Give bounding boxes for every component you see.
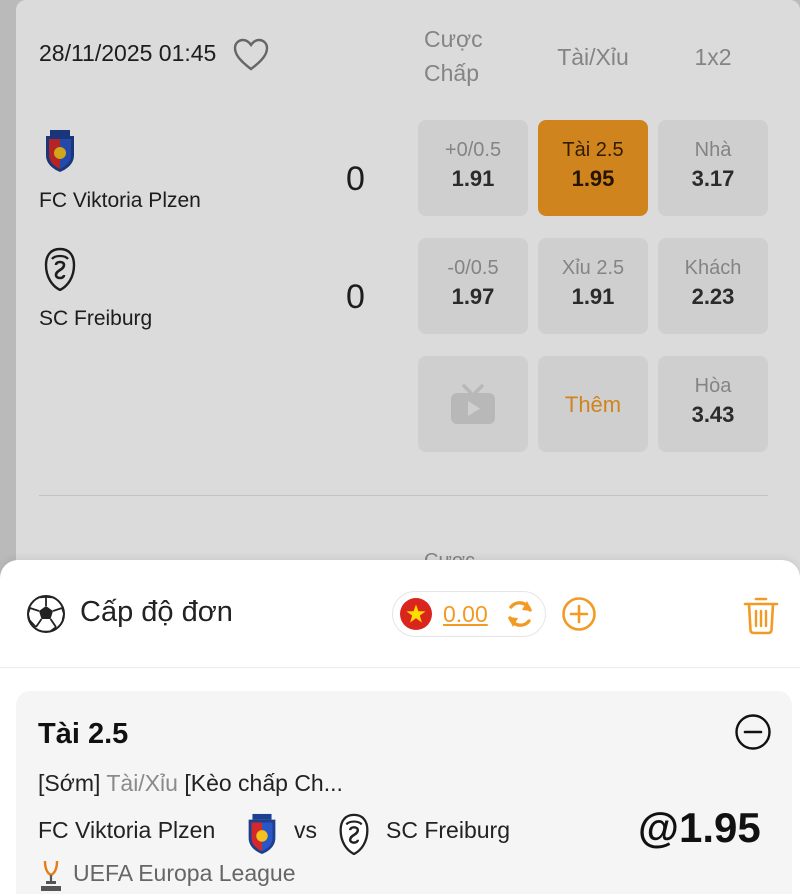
- divider: [39, 495, 768, 496]
- odds-value: 1.97: [451, 284, 495, 309]
- odds-away-handicap[interactable]: -0/0.5 1.97: [418, 238, 528, 334]
- betslip-title: Cấp độ đơn: [80, 596, 233, 628]
- odds-label: -0/0.5: [447, 257, 499, 279]
- betslip-sheet: Cấp độ đơn 0.00 Tài 2.5 [Sớm] Tài/Xỉu [K…: [0, 560, 800, 894]
- odds-label: Tài 2.5: [562, 139, 624, 161]
- home-score: 0: [346, 160, 365, 198]
- bet-selection: Tài 2.5: [38, 718, 129, 750]
- bet-home-team: FC Viktoria Plzen: [38, 817, 216, 843]
- bet-market: Tài/Xỉu: [106, 770, 178, 796]
- heart-icon[interactable]: [233, 38, 269, 72]
- odds-label: +0/0.5: [444, 139, 502, 161]
- odds-home-handicap[interactable]: +0/0.5 1.91: [418, 120, 528, 216]
- odds-away-win[interactable]: Khách 2.23: [658, 238, 768, 334]
- balance-amount[interactable]: 0.00: [443, 601, 488, 628]
- europa-league-icon: [41, 860, 61, 891]
- away-score: 0: [346, 278, 365, 316]
- vietnam-flag-icon: [400, 598, 432, 630]
- home-team-name: FC Viktoria Plzen: [39, 189, 201, 212]
- odds-over-selected[interactable]: Tài 2.5 1.95: [538, 120, 648, 216]
- add-circle-icon[interactable]: [561, 596, 597, 632]
- match-datetime: 28/11/2025 01:45: [39, 40, 217, 66]
- trash-icon[interactable]: [742, 595, 780, 635]
- odds-label: Khách: [684, 257, 742, 279]
- odds-home-win[interactable]: Nhà 3.17: [658, 120, 768, 216]
- odds-value: 1.95: [571, 166, 615, 191]
- league-name: UEFA Europa League: [73, 860, 296, 886]
- away-team-name: SC Freiburg: [39, 307, 153, 330]
- odds-label: Hòa: [694, 375, 732, 397]
- minus-circle-icon[interactable]: [734, 713, 772, 751]
- bet-match-line: FC Viktoria Plzen vs SC Freiburg: [38, 813, 598, 855]
- balance-pill: 0.00: [392, 591, 546, 637]
- plzen-crest-icon: [46, 130, 74, 172]
- refresh-icon[interactable]: [503, 597, 537, 631]
- betslip-header: Cấp độ đơn 0.00: [0, 560, 800, 668]
- tv-play-icon: [451, 384, 495, 424]
- bet-vs: vs: [294, 817, 317, 843]
- bet-market-line: [Sớm] Tài/Xỉu [Kèo chấp Ch...: [38, 770, 343, 797]
- more-markets-button[interactable]: Thêm: [538, 356, 648, 452]
- odds-label: Nhà: [694, 139, 732, 161]
- column-header-handicap: Cược Chấp: [424, 26, 483, 86]
- odds-value: 3.43: [691, 402, 735, 427]
- column-header-1x2: 1x2: [694, 44, 732, 70]
- plzen-crest-icon: [248, 813, 276, 855]
- live-stream-button[interactable]: [418, 356, 528, 452]
- odds-draw[interactable]: Hòa 3.43: [658, 356, 768, 452]
- odds-value: 1.91: [451, 166, 495, 191]
- odds-under[interactable]: Xỉu 2.5 1.91: [538, 238, 648, 334]
- odds-label: Xỉu 2.5: [561, 257, 625, 279]
- bet-market-desc: [Kèo chấp Ch...: [184, 770, 343, 796]
- soccer-ball-icon: [27, 595, 65, 633]
- freiburg-crest-icon: [44, 247, 76, 291]
- bet-odds: @1.95: [638, 804, 761, 851]
- bet-card: Tài 2.5 [Sớm] Tài/Xỉu [Kèo chấp Ch... FC…: [16, 691, 792, 894]
- odds-value: 1.91: [571, 284, 615, 309]
- odds-value: 2.23: [691, 284, 735, 309]
- more-label: Thêm: [564, 392, 622, 417]
- bet-timing: [Sớm]: [38, 770, 101, 796]
- bet-away-team: SC Freiburg: [386, 817, 510, 843]
- freiburg-crest-icon: [339, 813, 369, 855]
- odds-value: 3.17: [691, 166, 735, 191]
- column-header-over-under: Tài/Xỉu: [557, 44, 629, 70]
